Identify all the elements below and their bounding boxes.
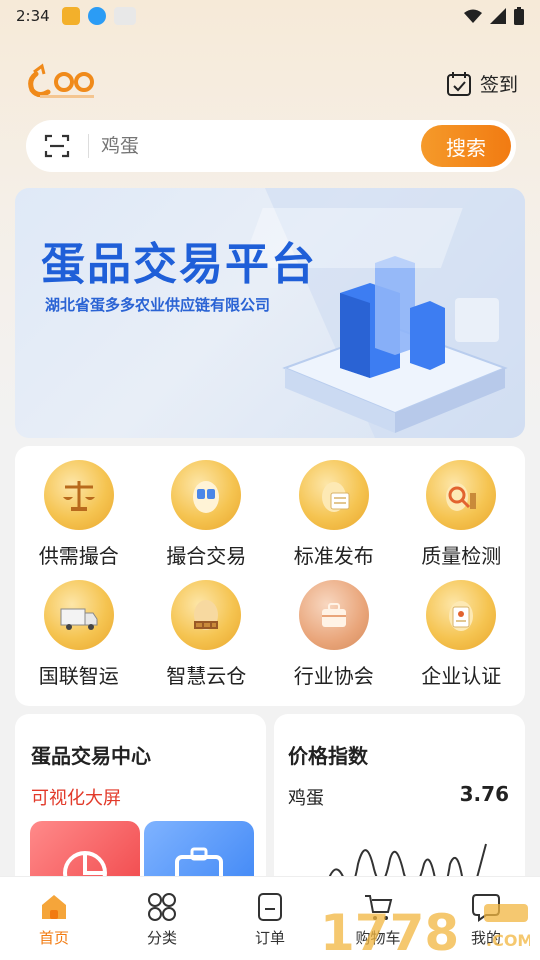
warehouse-icon (171, 580, 242, 650)
price-index-title: 价格指数 (288, 744, 368, 768)
download-icon (87, 7, 106, 25)
tab-home[interactable]: 首页 (0, 877, 108, 960)
battery-icon (514, 7, 524, 25)
price-item-value: 3.76 (459, 782, 509, 806)
service-item-logistics[interactable]: 国联智运 (15, 580, 143, 700)
svg-text:1778: 1778 (320, 904, 459, 958)
service-item-supply-demand[interactable]: 供需撮合 (15, 460, 143, 580)
service-item-industry-association[interactable]: 行业协会 (270, 580, 398, 700)
briefcase-icon (298, 580, 369, 650)
service-label: 行业协会 (293, 664, 374, 688)
service-label: 标准发布 (293, 544, 374, 568)
search-input[interactable] (101, 135, 421, 157)
promo-banner[interactable]: 蛋品交易平台 湖北省蛋多多农业供应链有限公司 (15, 188, 525, 438)
signal-icon (490, 8, 506, 24)
service-label: 企业认证 (421, 664, 502, 688)
svg-text:.COM: .COM (486, 931, 530, 950)
service-label: 国联智运 (38, 664, 119, 688)
tab-label: 首页 (38, 929, 69, 947)
scan-icon[interactable] (44, 133, 70, 159)
service-item-enterprise-certification[interactable]: 企业认证 (398, 580, 526, 700)
wifi-icon (464, 9, 482, 23)
services-card: 供需撮合 撮合交易 标准发布 质量检测 国联智运 智慧云仓 行业协会 企业认证 (15, 446, 525, 706)
site-watermark: 1778 .COM (320, 904, 530, 958)
service-item-cloud-warehouse[interactable]: 智慧云仓 (143, 580, 271, 700)
checkin-button[interactable]: 签到 (446, 70, 518, 97)
service-item-quality-inspection[interactable]: 质量检测 (398, 460, 526, 580)
scale-icon (43, 460, 114, 530)
search-divider (88, 134, 89, 158)
grid-icon (148, 893, 176, 921)
tab-category[interactable]: 分类 (108, 877, 216, 960)
service-item-standards[interactable]: 标准发布 (270, 460, 398, 580)
search-button[interactable]: 搜索 (421, 125, 511, 167)
service-label: 撮合交易 (166, 544, 247, 568)
banner-title: 蛋品交易平台 (41, 239, 317, 290)
home-icon (42, 895, 66, 919)
app-notification-icon (61, 7, 80, 25)
status-time: 2:34 (16, 7, 50, 25)
tab-orders[interactable]: 订单 (216, 877, 324, 960)
checkin-label: 签到 (479, 74, 518, 96)
app-notification-icon-2 (113, 7, 136, 25)
price-item-name: 鸡蛋 (288, 788, 324, 809)
banner-subtitle: 湖北省蛋多多农业供应链有限公司 (45, 296, 271, 314)
handshake-icon (171, 460, 242, 530)
status-bar: 2:34 (0, 0, 540, 32)
service-label: 质量检测 (421, 544, 502, 568)
app-logo (28, 63, 94, 98)
service-item-matching-trade[interactable]: 撮合交易 (143, 460, 271, 580)
search-bar: 搜索 (26, 120, 516, 172)
service-label: 供需撮合 (38, 544, 119, 568)
order-icon (258, 893, 282, 921)
visual-screen-link[interactable]: 可视化大屏 (31, 784, 121, 810)
tab-label: 分类 (146, 929, 177, 947)
document-icon (298, 460, 369, 530)
trade-center-title: 蛋品交易中心 (31, 744, 151, 768)
microscope-icon (426, 460, 497, 530)
calendar-check-icon (446, 71, 471, 96)
tab-label: 订单 (254, 929, 285, 947)
certificate-icon (426, 580, 497, 650)
truck-icon (43, 580, 114, 650)
service-label: 智慧云仓 (166, 664, 247, 688)
